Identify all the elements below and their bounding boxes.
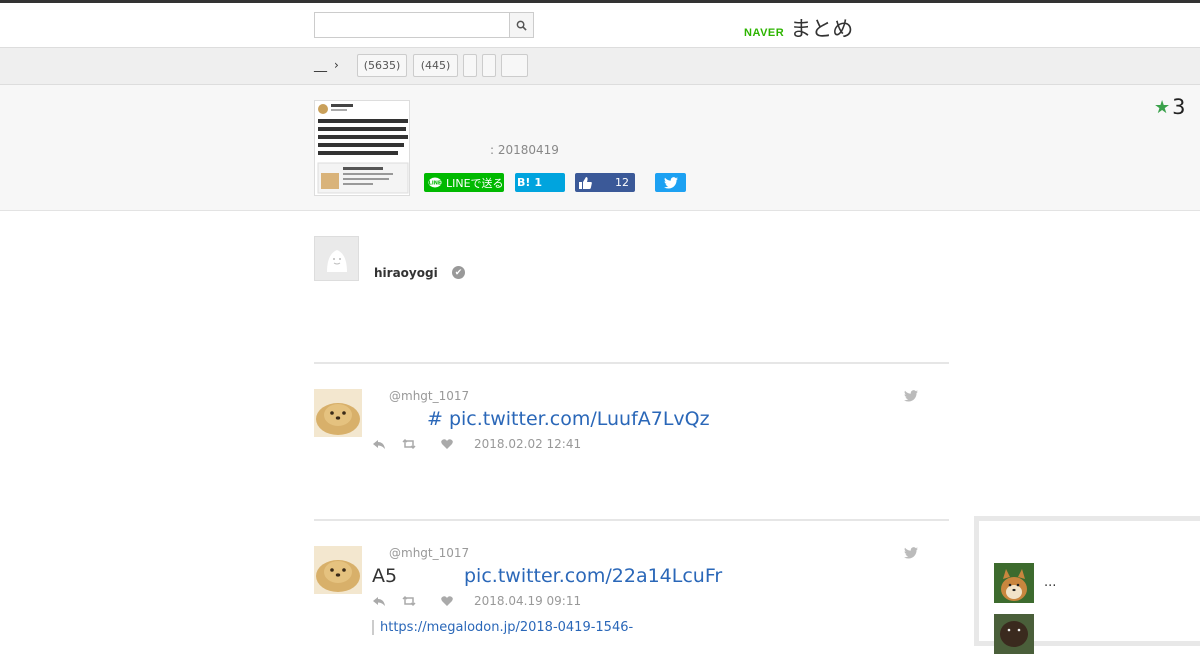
tweet-avatar[interactable] <box>314 389 362 437</box>
facebook-like-button[interactable]: 12 <box>575 173 635 192</box>
created-date: : 20180419 <box>490 143 559 157</box>
tweet-hashtag[interactable]: # <box>427 408 443 430</box>
twitter-share-button[interactable] <box>655 173 686 192</box>
dog-avatar-image <box>314 546 362 594</box>
line-share-label: LINEで送る <box>446 176 504 190</box>
twitter-bird-icon[interactable] <box>904 389 918 403</box>
tweet-pic-link[interactable]: pic.twitter.com/22a14LcuFr <box>464 565 722 587</box>
section-divider <box>314 519 949 521</box>
category-tag[interactable] <box>501 54 528 77</box>
breadcrumb-home[interactable]: __ <box>314 58 327 73</box>
reply-icon[interactable] <box>372 437 386 451</box>
category-tag[interactable] <box>482 54 496 77</box>
retweet-icon[interactable] <box>402 437 416 451</box>
dog-image <box>994 614 1034 654</box>
shiba-dog-image <box>994 563 1034 603</box>
search-icon <box>516 20 527 31</box>
favorite-counter[interactable]: ★ 3 <box>1154 95 1186 119</box>
tweet-actions <box>372 437 470 451</box>
breadcrumb-arrow-icon: › <box>334 58 339 72</box>
line-share-button[interactable]: LINE LINEで送る <box>424 173 504 192</box>
top-bar: NAVER まとめ <box>0 0 1200 48</box>
tweet-username[interactable]: @mhgt_1017 <box>389 389 469 403</box>
hatena-count: 1 <box>534 176 543 189</box>
tweet-timestamp[interactable]: 2018.02.02 12:41 <box>474 437 581 451</box>
author-avatar[interactable] <box>314 236 359 281</box>
summary-thumbnail[interactable] <box>314 100 410 196</box>
related-thumbnail[interactable] <box>994 614 1034 654</box>
category-tag[interactable] <box>463 54 477 77</box>
thumbnail-image <box>315 101 409 195</box>
hatena-bookmark-button[interactable]: B! 1 <box>515 173 565 192</box>
twitter-bird-icon <box>663 176 678 189</box>
tweet-actions <box>372 594 470 608</box>
category-tag[interactable]: (5635) <box>357 54 407 77</box>
dog-avatar-image <box>314 389 362 437</box>
tweet-pic-link[interactable]: pic.twitter.com/LuufA7LvQz <box>449 408 710 430</box>
section-divider <box>314 362 949 364</box>
retweet-icon[interactable] <box>402 594 416 608</box>
summary-header: : 20180419 ★ 3 LINE LINEで送る B! 1 12 <box>0 85 1200 211</box>
tweet-text: A5 <box>372 565 398 587</box>
twitter-bird-icon[interactable] <box>904 546 918 560</box>
line-icon: LINE <box>428 177 442 187</box>
like-icon <box>579 176 592 189</box>
tweet-username[interactable]: @mhgt_1017 <box>389 546 469 560</box>
site-logo[interactable]: NAVER まとめ <box>744 13 853 43</box>
logo-brand: NAVER <box>744 27 785 39</box>
heart-icon[interactable] <box>440 594 454 608</box>
favorite-count: 3 <box>1172 95 1186 119</box>
related-thumbnail[interactable] <box>994 563 1034 603</box>
tweet-timestamp[interactable]: 2018.04.19 09:11 <box>474 594 581 608</box>
tweet-url-link[interactable]: https://megalodon.jp/2018-0419-1546- <box>372 620 633 635</box>
facebook-like-count: 12 <box>615 176 629 189</box>
related-title[interactable]: ... <box>1044 575 1056 590</box>
author-name[interactable]: hiraoyogi <box>374 266 438 280</box>
svg-text:LINE: LINE <box>429 180 442 186</box>
breadcrumb: __ › (5635) (445) <box>0 48 1200 85</box>
logo-name: まとめ <box>790 17 854 41</box>
heart-icon[interactable] <box>440 437 454 451</box>
category-tag[interactable]: (445) <box>413 54 458 77</box>
star-icon: ★ <box>1154 96 1171 118</box>
tweet-text: # pic.twitter.com/LuufA7LvQz <box>427 408 710 430</box>
search-box <box>314 12 534 38</box>
search-button[interactable] <box>509 13 533 37</box>
reply-icon[interactable] <box>372 594 386 608</box>
search-input[interactable] <box>315 13 509 37</box>
hatena-logo: B! <box>517 176 531 189</box>
default-avatar-icon <box>326 249 347 272</box>
verified-icon: ✔ <box>452 266 465 279</box>
tweet-avatar[interactable] <box>314 546 362 594</box>
